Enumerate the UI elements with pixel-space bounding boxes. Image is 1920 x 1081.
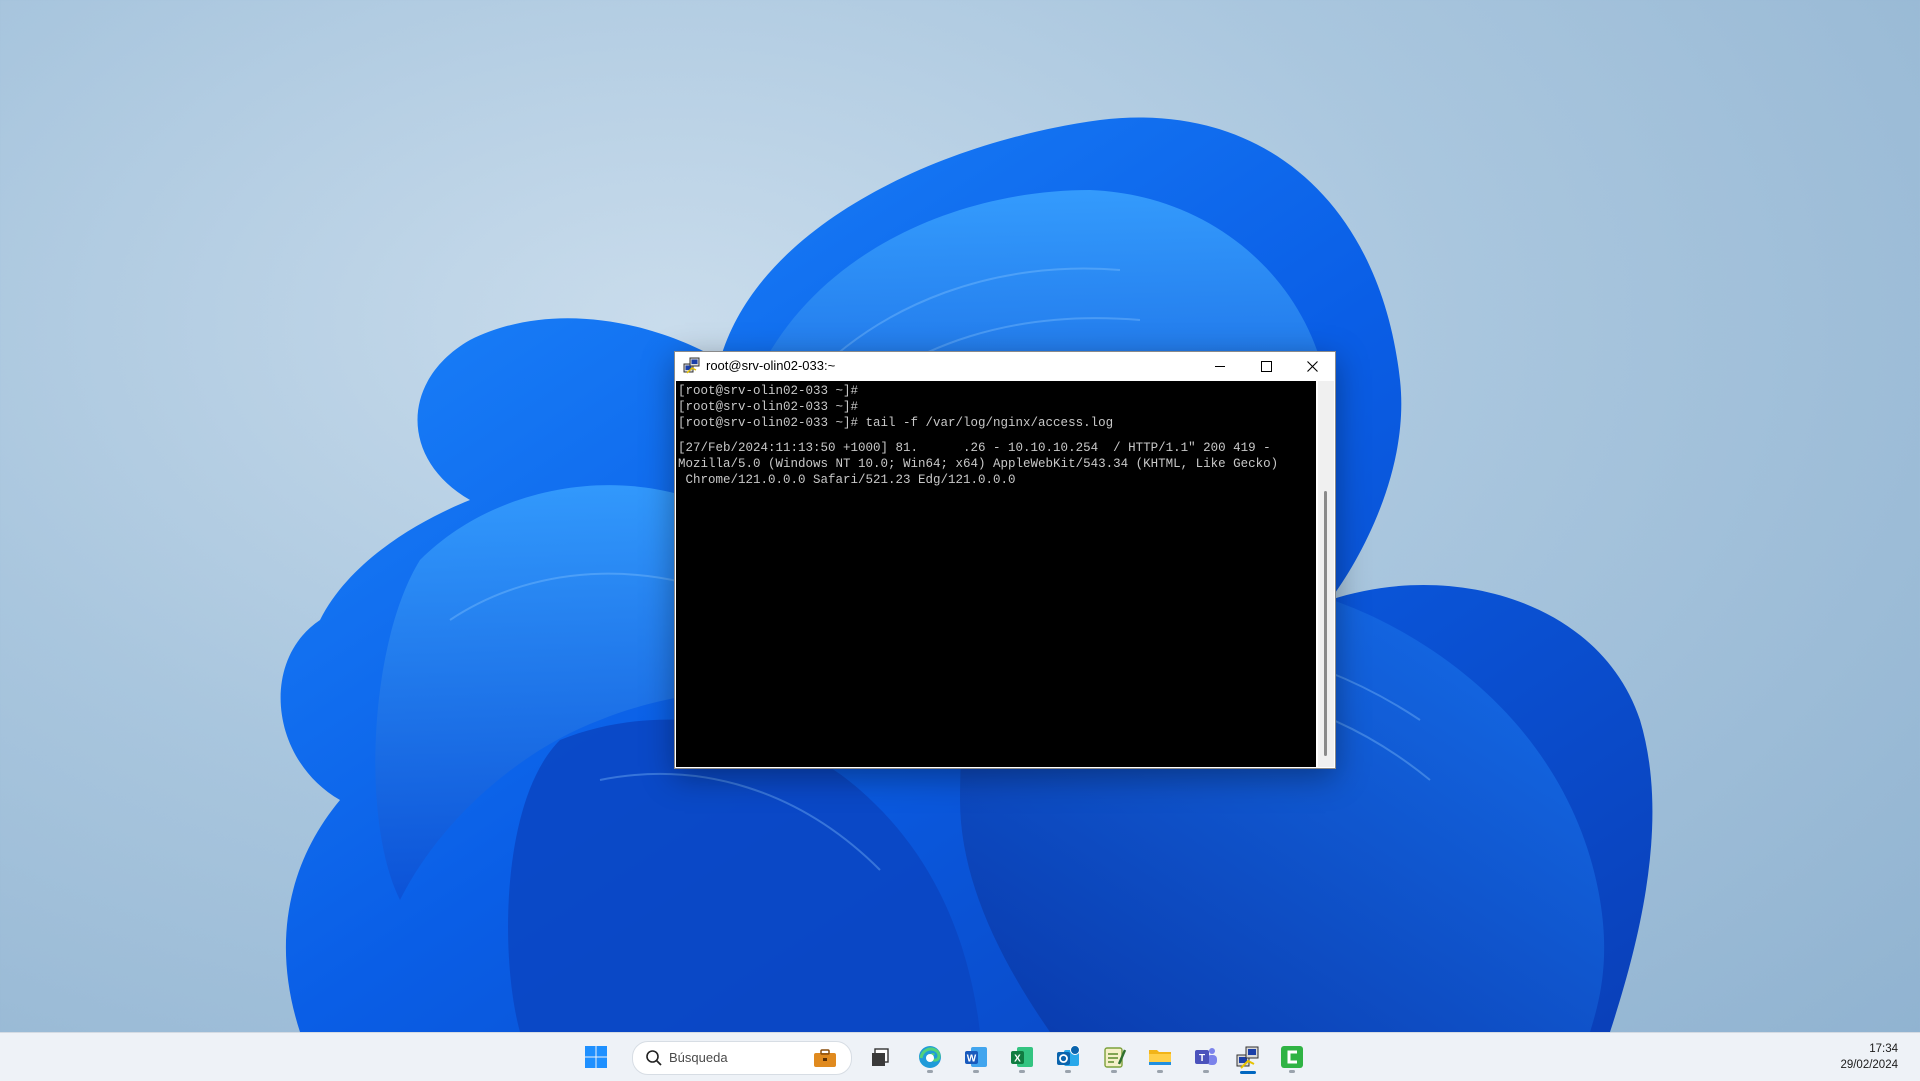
minimize-icon xyxy=(1215,365,1225,367)
running-indicator xyxy=(1289,1070,1295,1073)
close-button[interactable] xyxy=(1289,352,1335,380)
terminal-line: [root@srv-olin02-033 ~]# xyxy=(678,400,859,414)
terminal-line: Chrome/121.0.0.0 Safari/521.23 Edg/121.0… xyxy=(678,473,1016,487)
maximize-button[interactable] xyxy=(1243,352,1289,380)
taskbar-search-box[interactable]: Búsqueda xyxy=(632,1041,852,1075)
putty-icon[interactable] xyxy=(683,357,701,375)
running-indicator xyxy=(1111,1070,1117,1073)
terminal-scrollbar[interactable] xyxy=(1318,381,1334,767)
svg-text:X: X xyxy=(1014,1054,1021,1065)
start-button[interactable] xyxy=(578,1039,614,1075)
taskbar-app-excel[interactable]: X xyxy=(1004,1039,1040,1075)
running-indicator xyxy=(1065,1070,1071,1073)
terminal-line: [27/Feb/2024:11:13:50 +1000] 81. .26 - 1… xyxy=(678,441,1271,455)
taskbar-app-putty[interactable] xyxy=(1230,1039,1266,1075)
outlook-icon xyxy=(1057,1045,1080,1066)
svg-text:W: W xyxy=(967,1054,977,1065)
file-explorer-icon xyxy=(1149,1050,1171,1065)
taskbar: Búsqueda W X T 17:34 29/02/2024 xyxy=(0,1032,1920,1081)
svg-text:T: T xyxy=(1199,1053,1205,1064)
clock-date: 29/02/2024 xyxy=(1840,1059,1898,1071)
task-view-icon xyxy=(872,1048,889,1066)
taskbar-app-word[interactable]: W xyxy=(958,1039,994,1075)
terminal-output[interactable]: [root@srv-olin02-033 ~]# [root@srv-olin0… xyxy=(676,381,1316,767)
briefcase-icon xyxy=(814,1049,836,1067)
running-indicator xyxy=(1157,1070,1163,1073)
running-indicator xyxy=(1203,1070,1209,1073)
terminal-line: Mozilla/5.0 (Windows NT 10.0; Win64; x64… xyxy=(678,457,1279,471)
putty-window[interactable]: root@srv-olin02-033:~ [root@srv-olin02-0… xyxy=(674,351,1336,769)
clock-time: 17:34 xyxy=(1869,1043,1898,1055)
edge-icon xyxy=(919,1046,941,1068)
maximize-icon xyxy=(1260,360,1272,372)
teams-icon: T xyxy=(1195,1048,1217,1065)
running-indicator xyxy=(973,1070,979,1073)
active-window-indicator xyxy=(1240,1071,1256,1074)
camtasia-icon xyxy=(1281,1046,1303,1068)
excel-icon: X xyxy=(1011,1047,1033,1067)
word-icon: W xyxy=(965,1047,987,1067)
window-titlebar[interactable]: root@srv-olin02-033:~ xyxy=(675,352,1335,380)
system-clock[interactable]: 17:34 29/02/2024 xyxy=(1840,1041,1898,1073)
windows-start-icon xyxy=(585,1046,607,1068)
terminal-line: [root@srv-olin02-033 ~]# xyxy=(678,384,859,398)
taskbar-app-teams[interactable]: T xyxy=(1188,1039,1224,1075)
task-view-button[interactable] xyxy=(862,1039,898,1075)
taskbar-app-edge[interactable] xyxy=(912,1039,948,1075)
scrollbar-thumb[interactable] xyxy=(1324,491,1327,756)
taskbar-app-notepad[interactable] xyxy=(1096,1039,1132,1075)
running-indicator xyxy=(927,1070,933,1073)
close-icon xyxy=(1306,360,1318,372)
taskbar-app-camtasia[interactable] xyxy=(1274,1039,1310,1075)
terminal-line: [root@srv-olin02-033 ~]# tail -f /var/lo… xyxy=(678,416,1114,430)
taskbar-app-file-explorer[interactable] xyxy=(1142,1039,1178,1075)
putty-icon xyxy=(1236,1046,1259,1069)
search-placeholder: Búsqueda xyxy=(669,1050,728,1065)
window-title: root@srv-olin02-033:~ xyxy=(706,358,836,373)
running-indicator xyxy=(1019,1070,1025,1073)
taskbar-app-outlook[interactable] xyxy=(1050,1039,1086,1075)
search-icon xyxy=(646,1050,662,1066)
notepad-icon xyxy=(1104,1047,1127,1068)
minimize-button[interactable] xyxy=(1197,352,1243,380)
